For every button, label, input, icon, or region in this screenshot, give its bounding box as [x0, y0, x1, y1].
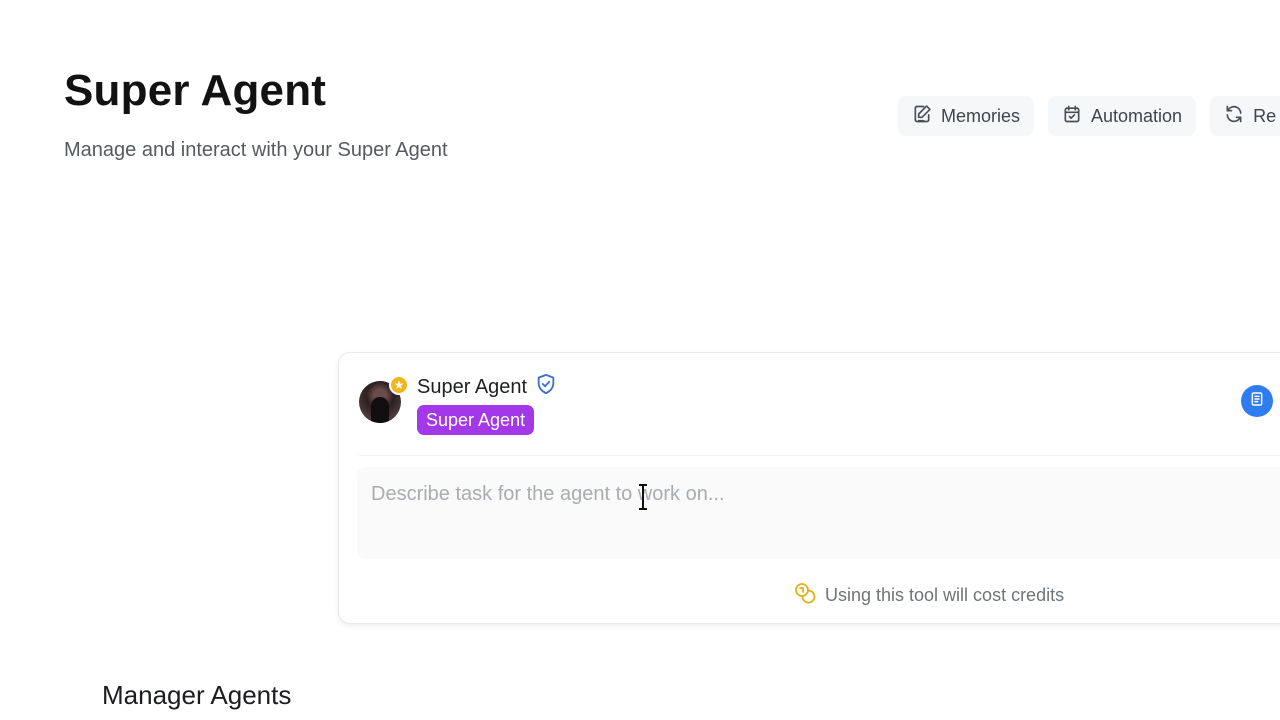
text-cursor-icon [639, 484, 647, 510]
agent-avatar-wrapper[interactable]: ★ [359, 375, 409, 423]
memories-button[interactable]: Memories [898, 96, 1035, 136]
credit-note: Using this tool will cost credits [793, 581, 1064, 610]
agent-name-row: Super Agent [417, 373, 557, 401]
page: Super Agent Manage and interact with you… [0, 0, 1280, 720]
document-button[interactable] [1241, 385, 1273, 417]
refresh-icon [1224, 104, 1244, 129]
credit-note-text: Using this tool will cost credits [825, 585, 1065, 605]
refresh-button[interactable]: Re [1210, 96, 1280, 136]
star-icon: ★ [389, 375, 409, 395]
super-agent-card: ★ Super Agent Super Agent Describe task … [338, 352, 1280, 624]
task-input[interactable] [357, 467, 1280, 559]
calendar-icon [1062, 104, 1082, 129]
edit-note-icon [912, 104, 932, 129]
memories-label: Memories [941, 105, 1021, 126]
divider [359, 455, 1280, 456]
shield-check-icon [535, 373, 557, 401]
refresh-label: Re [1253, 105, 1277, 126]
automation-button[interactable]: Automation [1048, 96, 1197, 136]
page-title: Super Agent [64, 66, 327, 115]
document-icon [1249, 391, 1265, 412]
toolbar: Memories Automation Re [898, 96, 1280, 136]
page-subtitle: Manage and interact with your Super Agen… [64, 139, 448, 161]
agent-name: Super Agent [417, 375, 528, 398]
manager-agents-heading: Manager Agents [102, 680, 292, 710]
coins-icon [793, 581, 817, 610]
automation-label: Automation [1091, 105, 1183, 126]
agent-type-badge: Super Agent [417, 405, 535, 435]
